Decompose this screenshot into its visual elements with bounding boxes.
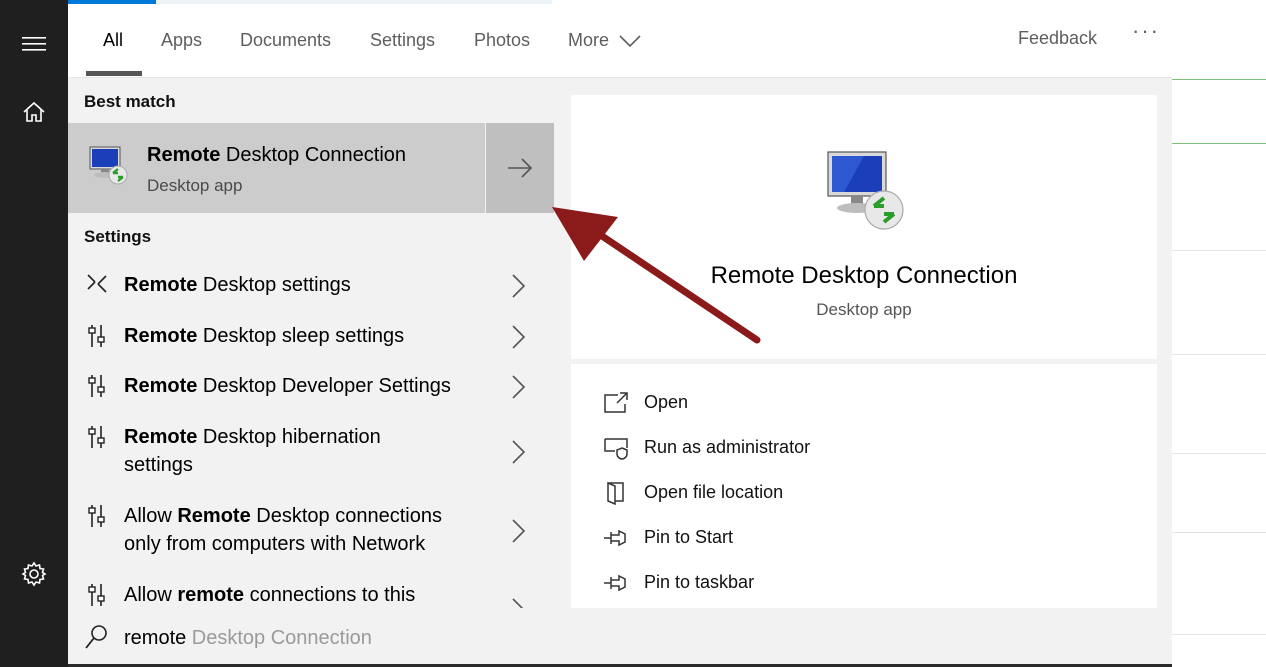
chevron-down-icon [619,35,641,48]
setting-label: Allow remote connections to this [124,584,416,606]
chevron-right-icon [512,375,526,399]
open-label: Open [644,392,689,412]
details-header-card: Remote Desktop Connection Desktop app [571,95,1157,359]
settings-sliders-icon [88,584,105,606]
remote-desktop-app-large-icon [827,151,904,230]
open-action[interactable]: Open [603,388,1003,418]
setting-label: Remote Desktop settings [124,274,351,296]
best-match-item[interactable]: Remote Desktop Connection Desktop app [68,123,485,213]
pin-to-taskbar-action[interactable]: Pin to taskbar [603,568,1003,598]
background-window-strip [1172,0,1266,667]
search-header: All Apps Documents Settings Photos More … [68,4,1172,78]
settings-sliders-icon [88,325,105,347]
settings-sliders-icon [88,375,105,397]
pin-icon [604,574,626,592]
details-actions: Open Run as administrator Open file loca… [571,364,1157,608]
hamburger-menu-icon[interactable] [0,20,68,68]
chevron-right-icon [512,519,526,543]
pin-to-taskbar-label: Pin to taskbar [644,572,755,592]
tab-documents[interactable]: Documents [240,28,331,52]
settings-heading: Settings [84,227,152,246]
list-item[interactable]: Allow remote connections to this [68,581,554,608]
setting-label: Allow Remote Desktop connections only fr… [124,505,442,555]
results-pane: Best match Remote Desktop Connection Des… [68,78,554,608]
pin-icon [604,529,626,547]
open-icon [604,392,628,413]
pin-to-start-action[interactable]: Pin to Start [603,523,1003,553]
tab-photos[interactable]: Photos [474,28,530,52]
more-options-button[interactable]: ··· [1132,18,1160,44]
best-match-title: Remote Desktop Connection [147,144,407,166]
tab-settings[interactable]: Settings [370,28,435,52]
chevron-right-icon [512,598,524,608]
details-subtitle: Desktop app [816,300,912,319]
chevron-right-icon [512,274,526,298]
best-match-heading: Best match [84,92,176,111]
setting-label: Remote Desktop hibernation settings [124,426,381,476]
search-autocomplete-hint: Desktop Connection [186,627,372,649]
setting-label: Remote Desktop sleep settings [124,325,405,347]
list-item[interactable]: Remote Desktop sleep settings [68,322,554,352]
home-icon[interactable] [0,88,68,136]
list-item[interactable]: Allow Remote Desktop connections only fr… [68,502,554,560]
best-match-subtitle: Desktop app [147,176,243,195]
details-title: Remote Desktop Connection [710,262,1018,289]
file-location-icon [607,481,624,505]
tab-more-label: More [568,30,610,50]
pin-to-start-label: Pin to Start [644,527,734,547]
tab-all[interactable]: All [103,28,123,52]
list-item[interactable]: Remote Desktop settings [68,271,554,301]
remote-desktop-settings-icon [87,274,107,293]
tab-apps[interactable]: Apps [161,28,202,52]
expand-details-button[interactable] [486,123,554,213]
search-input[interactable]: remote Desktop Connection [124,627,372,650]
active-tab-underline [86,71,142,76]
setting-label: Remote Desktop Developer Settings [124,375,451,397]
settings-sliders-icon [88,426,105,448]
run-as-admin-action[interactable]: Run as administrator [603,433,1003,463]
search-box[interactable]: remote Desktop Connection [68,608,1172,667]
chevron-right-icon [512,440,526,464]
search-typed-text: remote [124,627,187,649]
run-as-admin-label: Run as administrator [644,437,811,457]
open-file-location-action[interactable]: Open file location [603,478,1003,508]
list-item[interactable]: Remote Desktop hibernation settings [68,423,554,481]
arrow-right-icon [508,158,533,178]
feedback-button[interactable]: Feedback [1018,28,1097,49]
search-icon [85,625,107,649]
open-file-location-label: Open file location [644,482,784,502]
gear-icon[interactable] [0,550,68,598]
shield-icon [604,438,628,460]
list-item[interactable]: Remote Desktop Developer Settings [68,372,554,402]
tab-more[interactable]: More [568,28,642,52]
remote-desktop-app-icon [89,146,128,185]
settings-sliders-icon [88,505,105,527]
start-rail [0,0,68,667]
chevron-right-icon [512,325,526,349]
